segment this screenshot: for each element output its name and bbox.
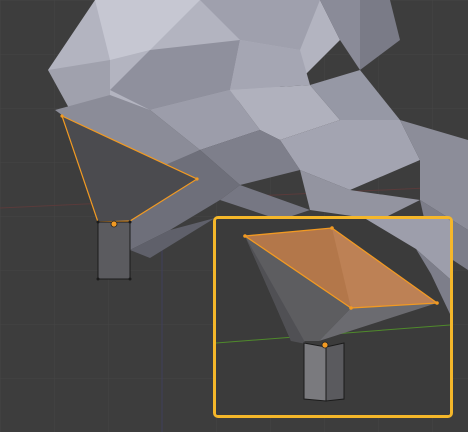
stem-box[interactable] [96,220,132,281]
3d-viewport[interactable] [0,0,468,432]
zoom-inset [213,216,453,418]
inset-stem[interactable] [303,341,345,402]
inset-origin-point[interactable] [321,341,329,349]
inset-scene [216,219,450,415]
origin-point[interactable] [110,220,118,228]
